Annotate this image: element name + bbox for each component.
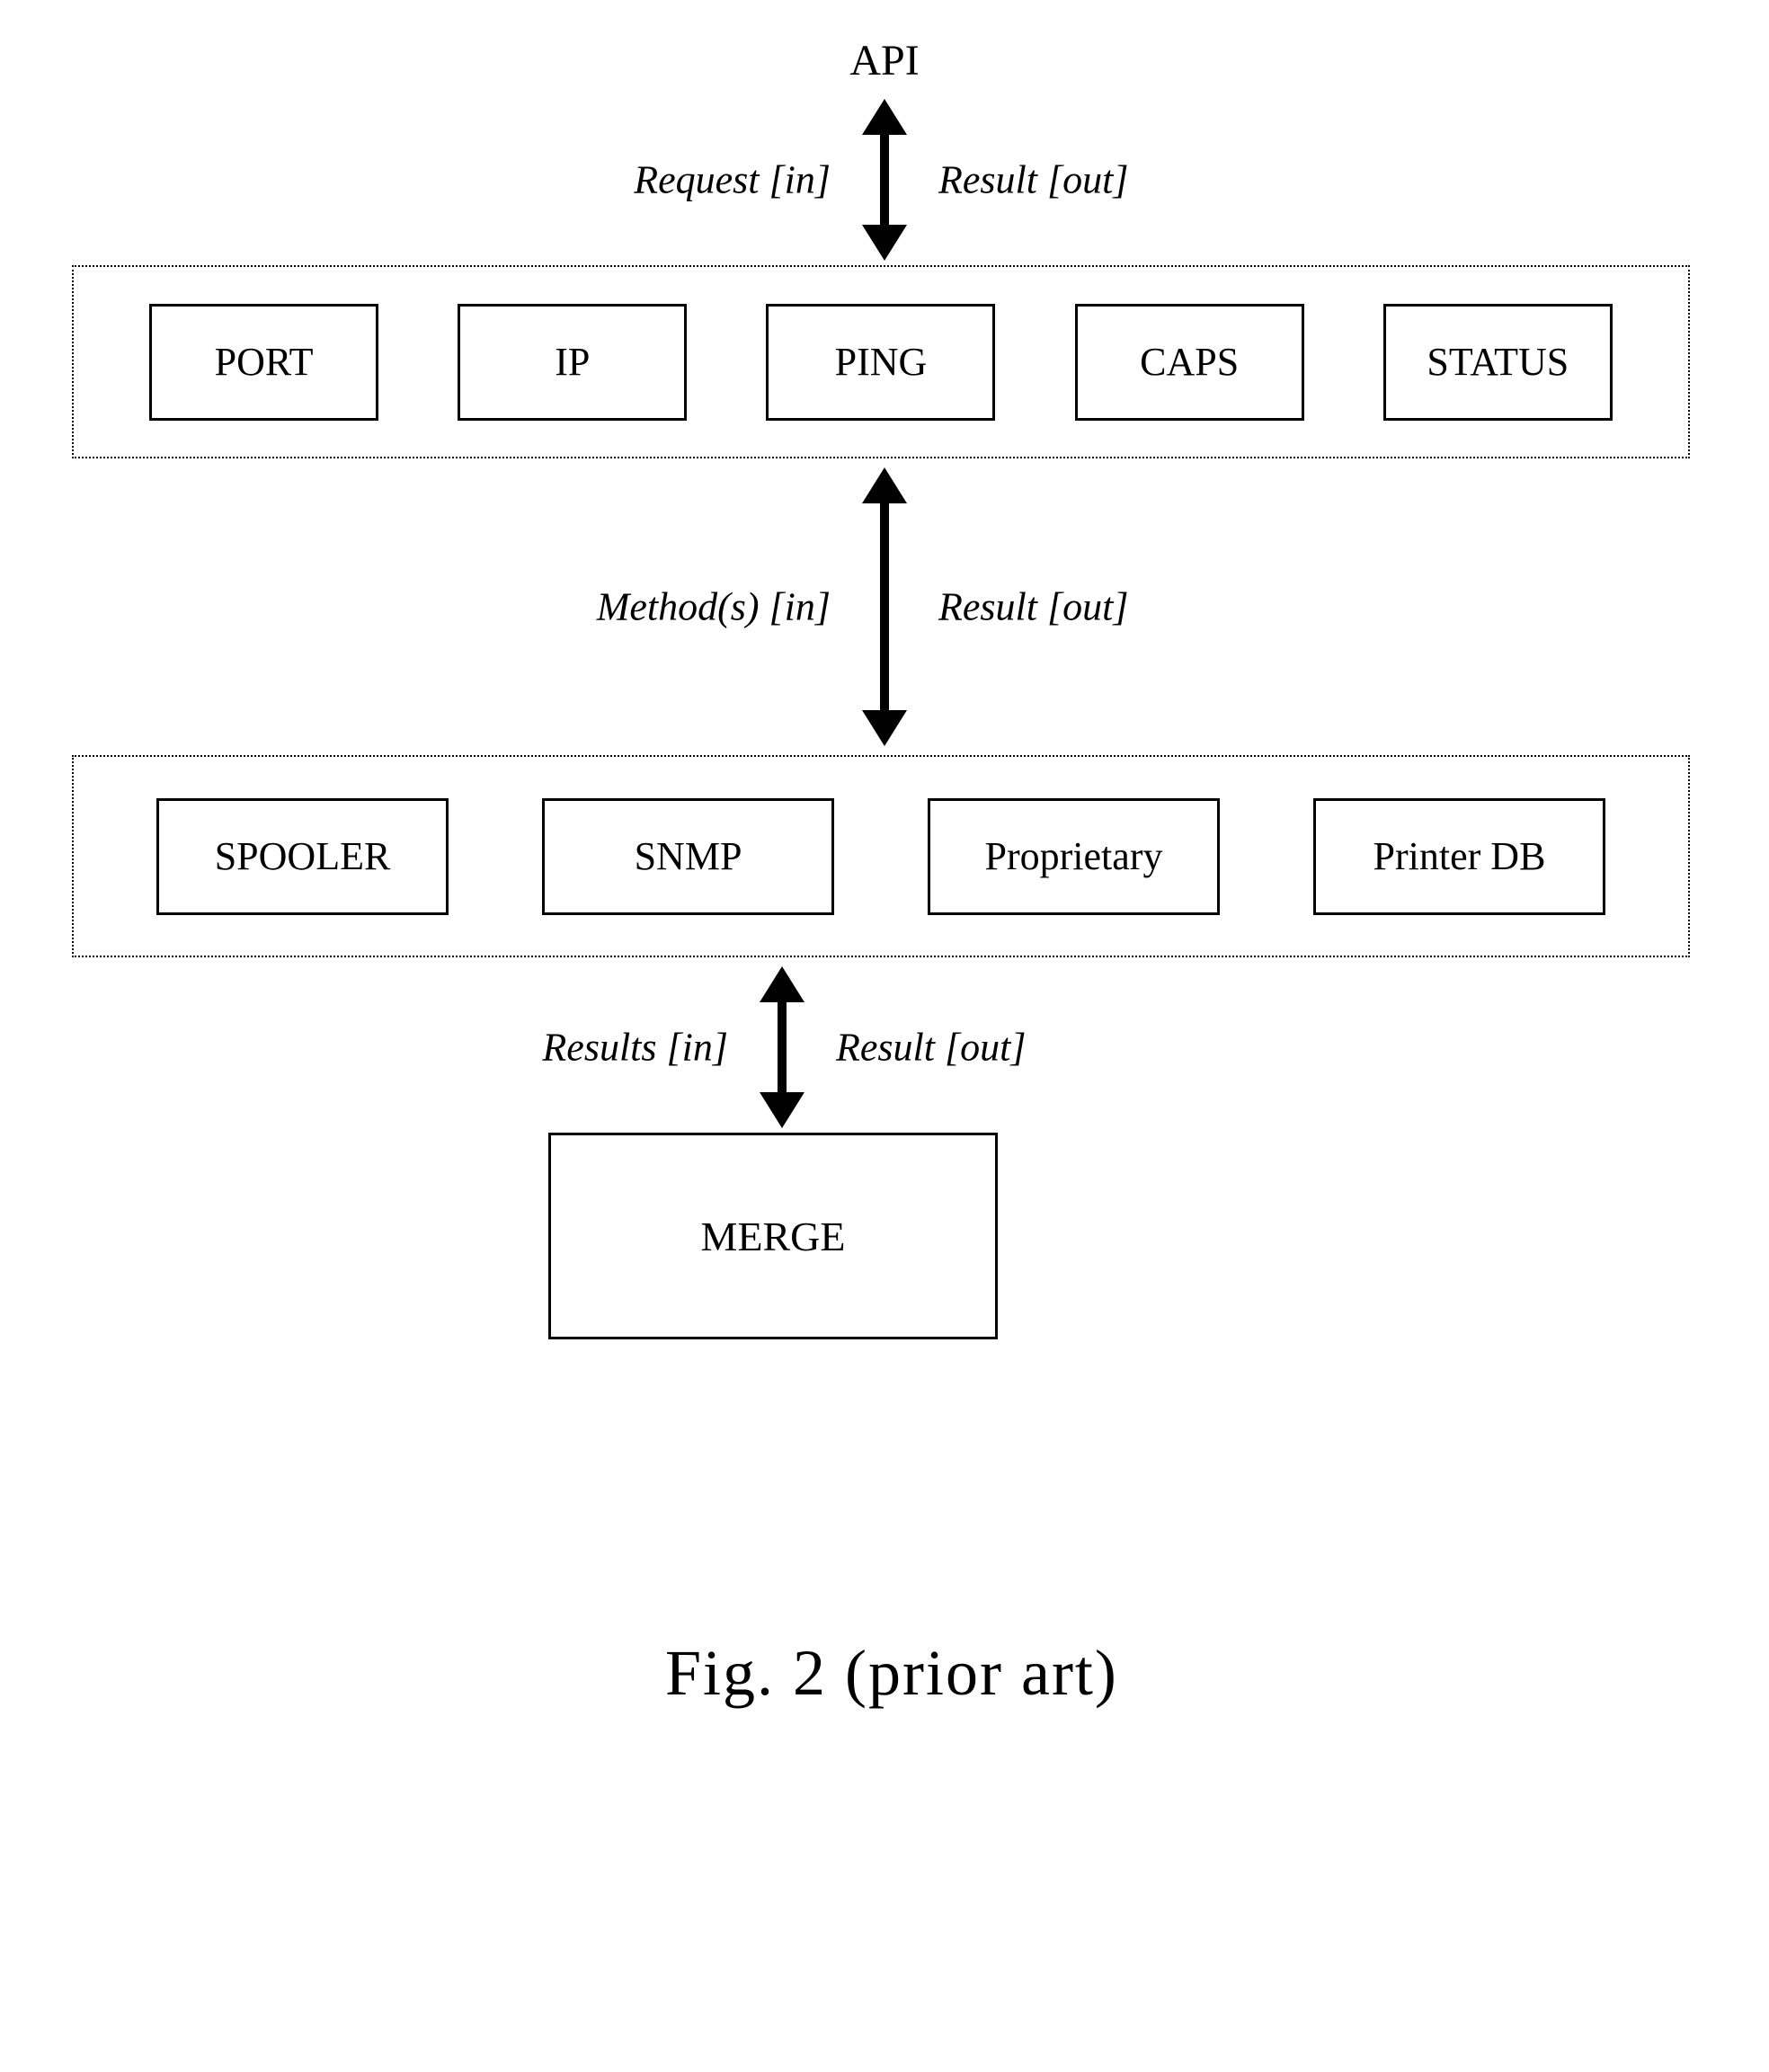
- arrow3-left-label: Results [in]: [542, 1025, 728, 1071]
- spooler-box: SPOOLER: [156, 798, 449, 915]
- arrow-top-to-bottom: Method(s) [in] Result [out]: [876, 467, 893, 746]
- ip-box: IP: [458, 304, 687, 421]
- arrow-api-to-top: Request [in] Result [out]: [876, 99, 893, 261]
- arrow3-right-label: Result [out]: [836, 1025, 1026, 1071]
- request-types-container: PORT IP PING CAPS STATUS: [72, 265, 1690, 458]
- arrow1-right-label: Result [out]: [938, 157, 1128, 203]
- double-arrow-icon: [876, 467, 893, 746]
- arrow-bottom-to-merge: Results [in] Result [out]: [773, 966, 791, 1128]
- arrow2-right-label: Result [out]: [938, 584, 1128, 630]
- figure-caption: Fig. 2 (prior art): [665, 1636, 1118, 1711]
- methods-container: SPOOLER SNMP Proprietary Printer DB: [72, 755, 1690, 957]
- status-box: STATUS: [1383, 304, 1613, 421]
- api-label: API: [849, 36, 919, 85]
- arrow1-left-label: Request [in]: [634, 157, 831, 203]
- ping-box: PING: [766, 304, 995, 421]
- merge-box: MERGE: [548, 1133, 998, 1339]
- port-box: PORT: [149, 304, 378, 421]
- arrow2-left-label: Method(s) [in]: [597, 584, 831, 630]
- double-arrow-icon: [876, 99, 893, 261]
- caps-box: CAPS: [1075, 304, 1304, 421]
- snmp-box: SNMP: [542, 798, 834, 915]
- proprietary-box: Proprietary: [928, 798, 1220, 915]
- double-arrow-icon: [773, 966, 791, 1128]
- printerdb-box: Printer DB: [1313, 798, 1605, 915]
